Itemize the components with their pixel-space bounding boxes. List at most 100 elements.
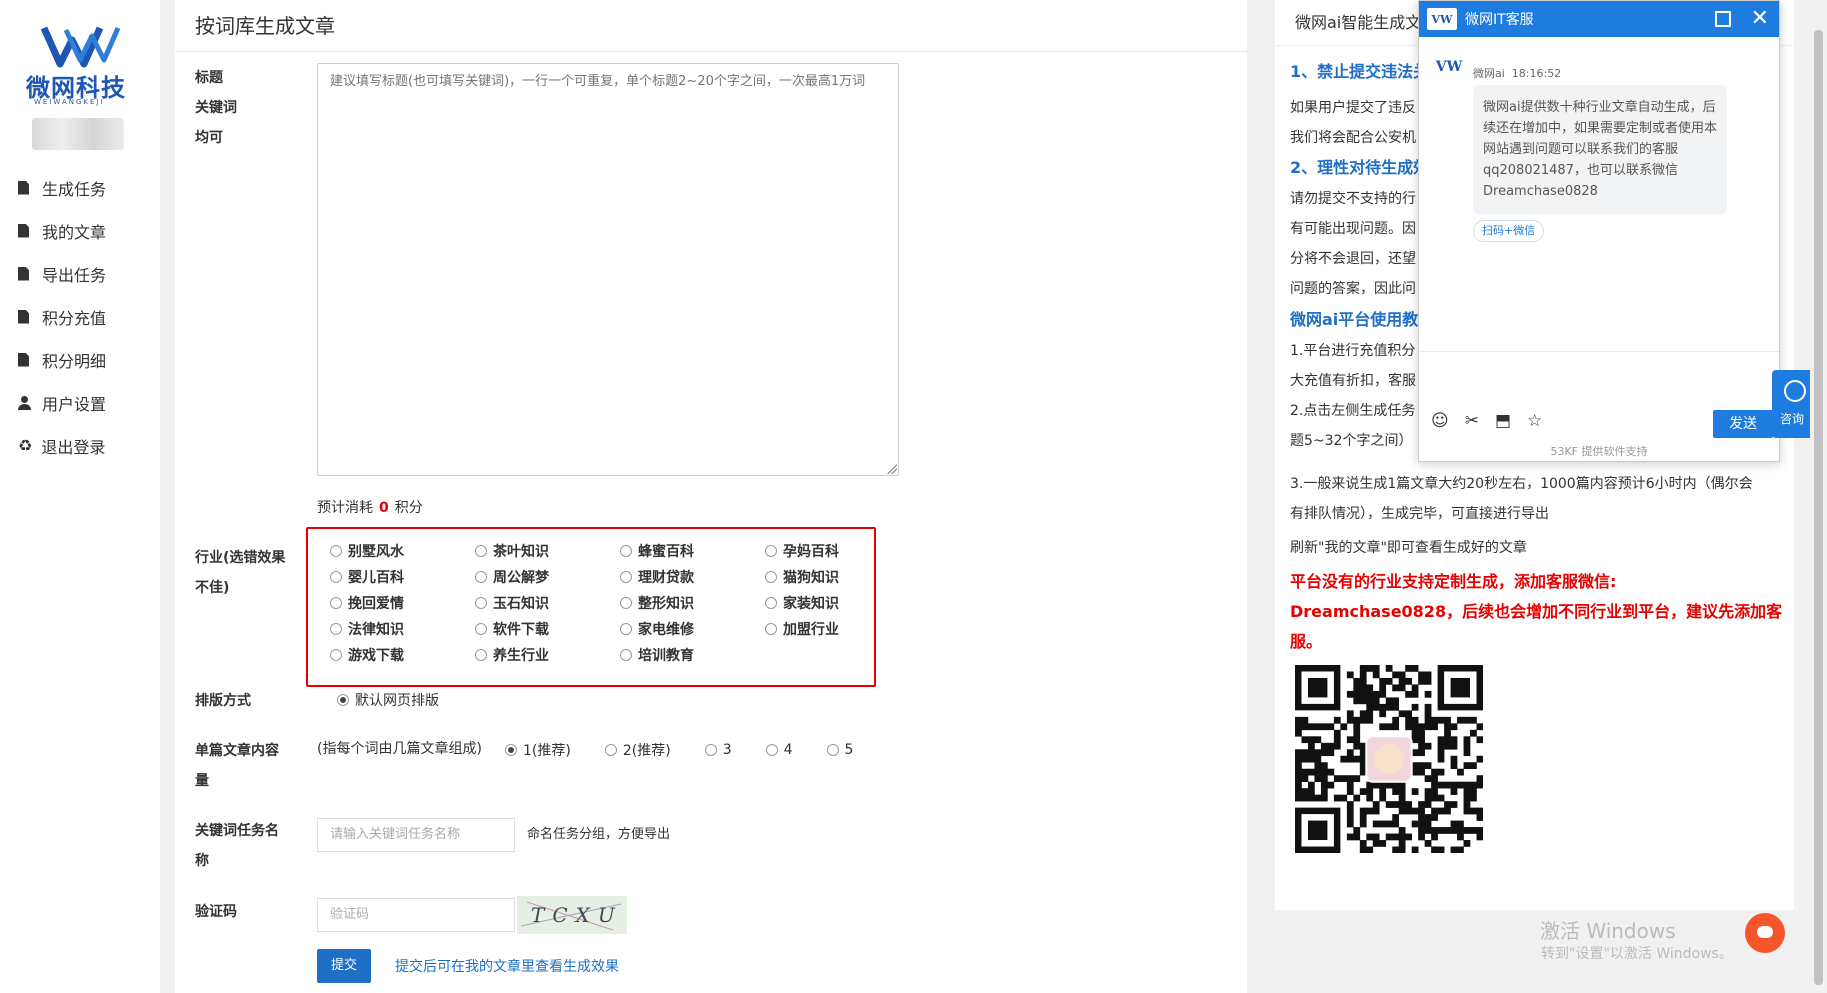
industry-option[interactable]: 养生行业 [475,645,620,664]
file-icon [18,180,29,195]
sidebar-item-generate-task[interactable]: 生成任务 [18,166,158,209]
sidebar-item-logout[interactable]: ♻ 退出登录 [18,424,158,467]
chat-bubble-button[interactable] [1745,913,1785,953]
label-title: 标题 [195,70,223,86]
industry-option-label: 孕妈百科 [783,543,839,560]
chat-logo: VW [1427,8,1457,30]
industry-option-label: 整形知识 [638,595,694,612]
industry-option[interactable]: 培训教育 [620,645,765,664]
radio-icon [330,622,342,635]
sidebar-item-user-settings[interactable]: 用户设置 [18,381,158,424]
scan-wechat-chip[interactable]: 扫码+微信 [1473,220,1545,242]
main-panel: 按词库生成文章 标题 关键词 均可 预计消耗 0 积分 行业(选错效果 不佳) 别墅… [175,0,1247,993]
count-option-label: 4 [783,741,793,758]
radio-icon [475,622,487,635]
industry-option[interactable]: 蜂蜜百科 [620,541,765,560]
industry-option[interactable]: 挽回爱情 [330,593,475,612]
count-option-1[interactable]: 1(推荐) [505,740,571,759]
star-icon[interactable]: ☆ [1527,411,1542,431]
sidebar-item-my-articles[interactable]: 我的文章 [18,209,158,252]
layout-option-label: 默认网页排版 [355,692,439,709]
logo-subtitle: WEIWANGKEJI [34,98,105,106]
count-option-3[interactable]: 3 [704,740,732,759]
industry-option[interactable]: 玉石知识 [475,593,620,612]
radio-icon [620,570,632,583]
folder-upload-icon[interactable]: ⬒ [1495,411,1511,431]
file-icon [18,352,29,367]
title-textarea[interactable] [317,63,899,476]
submit-button[interactable]: 提交 [317,949,371,983]
sidebar-item-label: 积分明细 [42,351,107,371]
industry-option[interactable]: 家装知识 [765,593,890,612]
info-heading-3: 微网ai平台使用教程 [1290,310,1435,329]
message-time: 18:16:52 [1511,67,1562,80]
emoji-icon[interactable]: ☺ [1431,411,1449,431]
page-scrollbar[interactable] [1810,0,1827,993]
radio-icon [620,648,632,661]
label-captcha: 验证码 [195,904,237,920]
label-layout: 排版方式 [195,693,251,709]
sidebar-item-export-task[interactable]: 导出任务 [18,252,158,295]
industry-option[interactable]: 整形知识 [620,593,765,612]
count-option-label: 3 [722,741,732,758]
consult-tab[interactable]: 咨询 [1772,370,1812,438]
task-name-input[interactable]: 请输入关键词任务名称 [317,818,515,852]
scissors-icon[interactable]: ✂ [1465,411,1479,431]
scrollbar-thumb[interactable] [1814,30,1823,985]
industry-option-label: 软件下载 [493,621,549,638]
industry-option[interactable]: 加盟行业 [765,619,890,638]
radio-icon [765,622,777,635]
message-meta: 微网ai 18:16:52 [1473,65,1561,81]
industry-option[interactable]: 猫狗知识 [765,567,890,586]
info-text: 有可能出现问题。因 [1290,221,1416,237]
captcha-image[interactable]: TCXU [517,896,627,934]
count-option-label: 1(推荐) [523,742,571,759]
send-button[interactable]: 发送 [1713,410,1773,438]
industry-option[interactable]: 家电维修 [620,619,765,638]
activation-watermark-text: 转到"设置"以激活 Windows。 [1541,946,1733,962]
industry-option[interactable]: 婴儿百科 [330,567,475,586]
layout-option-default[interactable]: 默认网页排版 [337,690,439,709]
count-option-label: 2(推荐) [622,742,671,759]
radio-icon [330,570,342,583]
chat-divider [1419,351,1779,352]
count-option-5[interactable]: 5 [826,740,853,759]
captcha-input[interactable]: 验证码 [317,898,515,932]
industry-option[interactable]: 周公解梦 [475,567,620,586]
industry-option[interactable]: 孕妈百科 [765,541,890,560]
industry-option[interactable]: 软件下载 [475,619,620,638]
submit-hint-link[interactable]: 提交后可在我的文章里查看生成效果 [395,956,619,976]
sidebar-item-label: 导出任务 [42,265,107,285]
radio-icon [604,743,617,756]
wechat-qr-code [1295,665,1483,853]
info-alert: Dreamchase0828，后续也会增加不同行业到平台，建议先添加客 [1290,602,1783,621]
cost-unit: 积分 [394,500,423,516]
user-avatar [32,118,124,150]
cost-prefix: 预计消耗 [317,500,373,516]
task-name-hint: 命名任务分组，方便导出 [527,827,671,842]
radio-icon [620,622,632,635]
industry-option[interactable]: 理财贷款 [620,567,765,586]
maximize-icon[interactable] [1715,11,1731,27]
sidebar-item-label: 积分充值 [42,308,107,328]
industry-option[interactable]: 法律知识 [330,619,475,638]
industry-option-label: 培训教育 [638,647,694,664]
sidebar-item-points-detail[interactable]: 积分明细 [18,338,158,381]
sidebar-item-recharge[interactable]: 积分充值 [18,295,158,338]
industry-option[interactable]: 游戏下载 [330,645,475,664]
label-either: 均可 [195,130,223,146]
label-article-count: 单篇文章内容 [195,743,279,759]
sidebar-nav: 生成任务 我的文章 导出任务 积分充值 积分明细 用户设置 ♻ 退出登录 [18,166,158,467]
info-alert: 平台没有的行业支持定制生成，添加客服微信: [1290,572,1617,591]
cost-estimate: 预计消耗 0 积分 [317,497,423,517]
count-option-4[interactable]: 4 [765,740,793,759]
sidebar-item-label: 用户设置 [42,394,107,414]
close-icon[interactable]: ✕ [1751,5,1769,33]
count-option-2[interactable]: 2(推荐) [604,740,671,759]
industry-option[interactable]: 茶叶知识 [475,541,620,560]
radio-icon [765,596,777,609]
industry-option[interactable]: 别墅风水 [330,541,475,560]
chat-header[interactable]: VW 微网IT客服 ✕ [1419,1,1779,37]
textarea-resize-handle[interactable] [887,464,897,474]
radio-icon [330,544,342,557]
